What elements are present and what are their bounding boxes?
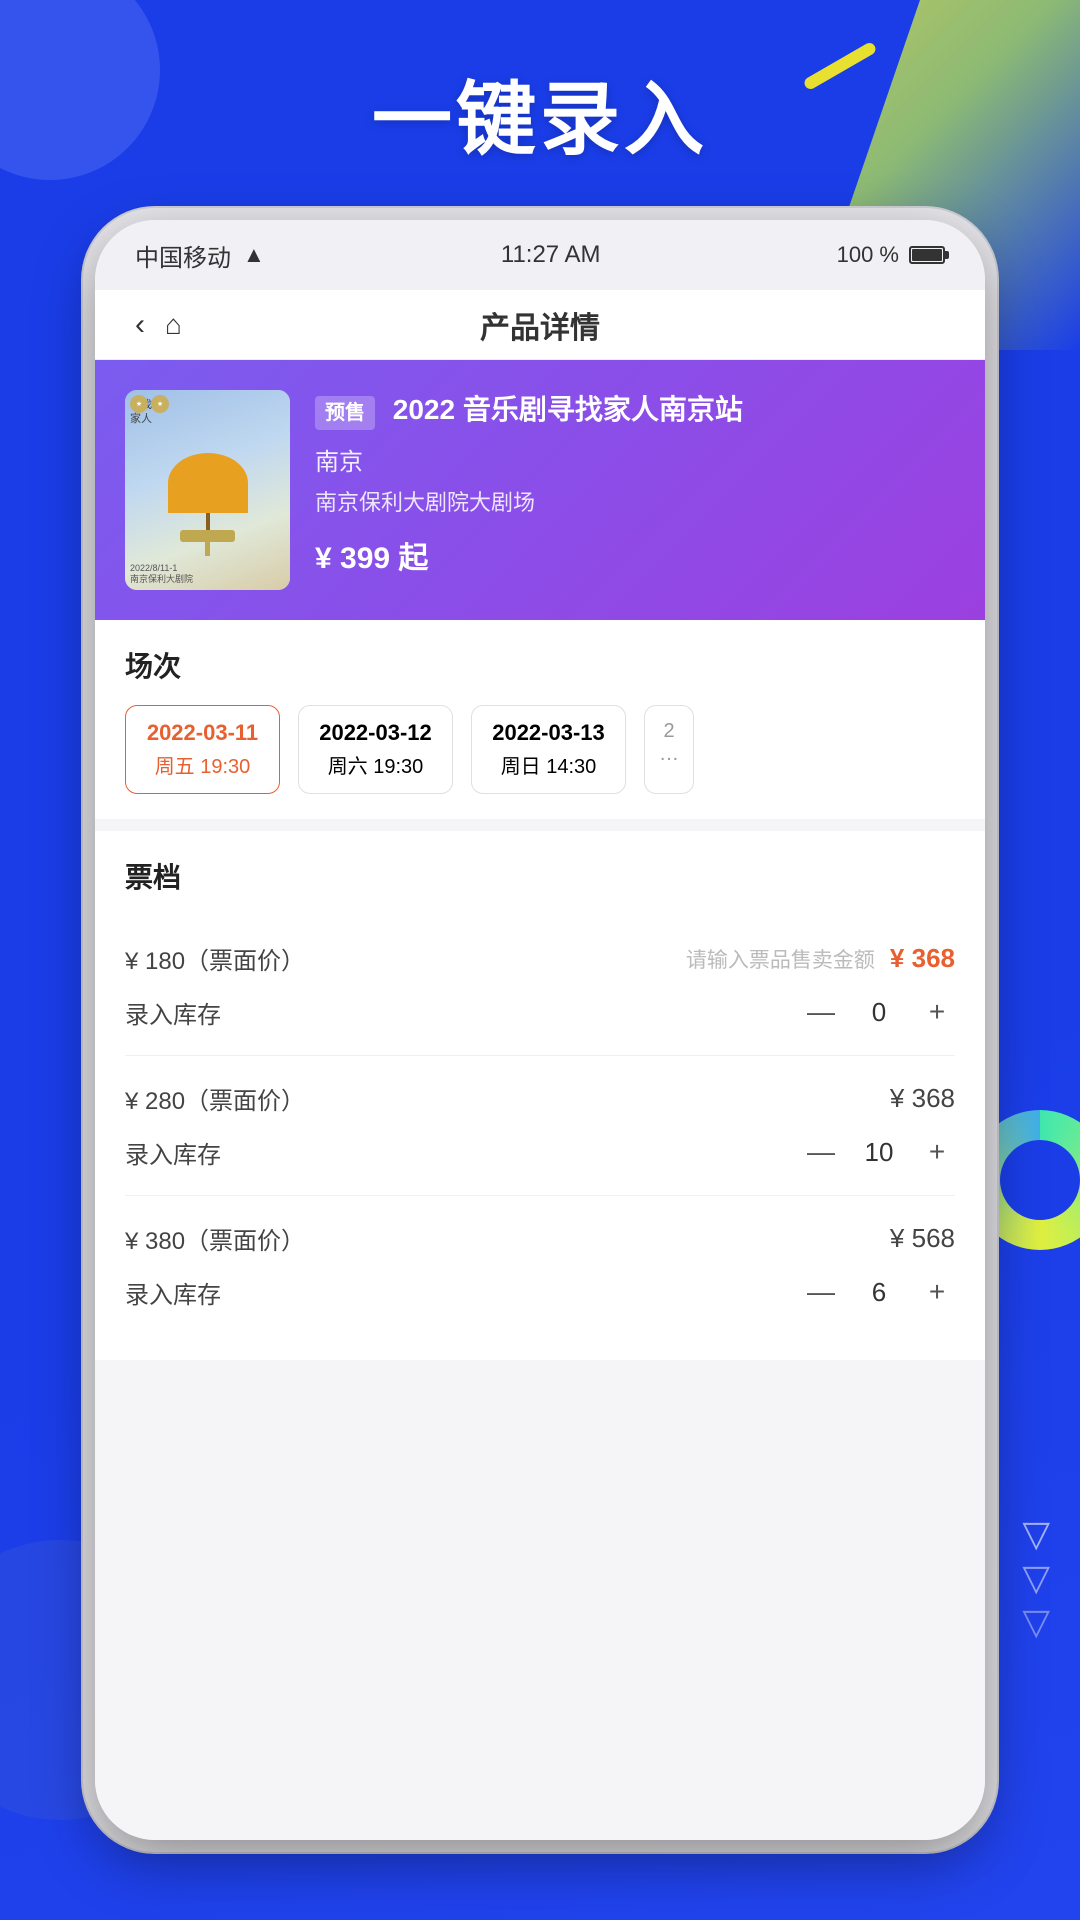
inventory-row-2: 录入库存 — 6 +	[125, 1274, 955, 1310]
ticket-row-2: ¥ 380（票面价） ¥ 568	[125, 1221, 955, 1256]
time-text-0: 周五 19:30	[142, 750, 263, 779]
ticket-tier-0: ¥ 180（票面价） 请输入票品售卖金额 ¥ 368 录入库存 — 0 +	[125, 916, 955, 1056]
date-item-1[interactable]: 2022-03-12 周六 19:30	[298, 705, 453, 794]
date-item-0[interactable]: 2022-03-11 周五 19:30	[125, 705, 280, 794]
stepper-2[interactable]: — 6 +	[803, 1274, 955, 1310]
date-text-2: 2022-03-13	[488, 720, 609, 746]
presale-badge: 预售	[315, 396, 375, 430]
product-info: 预售 2022 音乐剧寻找家人南京站 南京 南京保利大剧院大剧场 ¥ 399 起	[315, 390, 955, 577]
product-city: 南京	[315, 442, 955, 477]
ticket-row-1: ¥ 280（票面价） ¥ 368	[125, 1081, 955, 1116]
product-header: 寻找家人 2022/8/11-1南京保利大剧院 ★ ★ 预售	[95, 360, 985, 620]
bg-ring-right	[970, 1110, 1080, 1250]
date-text-1: 2022-03-12	[315, 720, 436, 746]
scroll-content[interactable]: 寻找家人 2022/8/11-1南京保利大剧院 ★ ★ 预售	[95, 360, 985, 1840]
product-venue: 南京保利大剧院大剧场	[315, 485, 955, 517]
stepper-plus-2[interactable]: +	[919, 1274, 955, 1310]
product-price: ¥ 399 起	[315, 533, 955, 577]
inventory-row-1: 录入库存 — 10 +	[125, 1134, 955, 1170]
stepper-plus-0[interactable]: +	[919, 994, 955, 1030]
sessions-title: 场次	[125, 645, 955, 685]
date-item-2[interactable]: 2022-03-13 周日 14:30	[471, 705, 626, 794]
home-button[interactable]: ⌂	[165, 309, 182, 341]
stepper-value-1: 10	[864, 1137, 894, 1168]
product-cover: 寻找家人 2022/8/11-1南京保利大剧院 ★ ★	[125, 390, 290, 590]
stepper-minus-1[interactable]: —	[803, 1134, 839, 1170]
inventory-label-0: 录入库存	[125, 995, 221, 1030]
phone-frame: 中国移动 ▲ 11:27 AM 100 % ‹ ⌂ 产品详情 寻找家人	[95, 220, 985, 1840]
nav-title: 产品详情	[480, 303, 600, 347]
date-list: 2022-03-11 周五 19:30 2022-03-12 周六 19:30 …	[125, 705, 955, 794]
status-bar: 中国移动 ▲ 11:27 AM 100 %	[95, 220, 985, 290]
stepper-minus-2[interactable]: —	[803, 1274, 839, 1310]
nav-bar: ‹ ⌂ 产品详情	[95, 290, 985, 360]
sell-price-2: ¥ 568	[890, 1223, 955, 1254]
bg-arrows-right: ▽ ▽ ▽	[1022, 1516, 1050, 1640]
wifi-icon: ▲	[243, 242, 265, 268]
ticket-title: 票档	[125, 856, 955, 896]
ticket-row-0: ¥ 180（票面价） 请输入票品售卖金额 ¥ 368	[125, 941, 955, 976]
inventory-label-2: 录入库存	[125, 1275, 221, 1310]
input-placeholder-0: 请输入票品售卖金额	[686, 944, 875, 974]
face-price-0: ¥ 180（票面价）	[125, 941, 305, 976]
stepper-plus-1[interactable]: +	[919, 1134, 955, 1170]
partial-date-text: 2…	[659, 720, 679, 765]
status-carrier-wifi: 中国移动 ▲	[135, 238, 265, 273]
sessions-section: 场次 2022-03-11 周五 19:30 2022-03-12 周六 19:…	[95, 620, 985, 819]
battery-icon	[909, 246, 945, 264]
status-time: 11:27 AM	[501, 241, 601, 269]
sell-price-0: ¥ 368	[890, 943, 955, 974]
ticket-section: 票档 ¥ 180（票面价） 请输入票品售卖金额 ¥ 368 录入库存 — 0 +	[95, 831, 985, 1360]
page-title: 一键录入	[0, 55, 1080, 171]
ticket-tier-1: ¥ 280（票面价） ¥ 368 录入库存 — 10 +	[125, 1056, 955, 1196]
ticket-input-area-0[interactable]: 请输入票品售卖金额 ¥ 368	[686, 943, 955, 974]
face-price-2: ¥ 380（票面价）	[125, 1221, 305, 1256]
stepper-1[interactable]: — 10 +	[803, 1134, 955, 1170]
cover-umbrella	[168, 453, 248, 513]
stepper-minus-0[interactable]: —	[803, 994, 839, 1030]
stepper-value-2: 6	[864, 1277, 894, 1308]
carrier-label: 中国移动	[135, 238, 231, 273]
status-battery: 100 %	[837, 242, 945, 268]
date-item-partial[interactable]: 2…	[644, 705, 694, 794]
ticket-tier-2: ¥ 380（票面价） ¥ 568 录入库存 — 6 +	[125, 1196, 955, 1335]
stepper-0[interactable]: — 0 +	[803, 994, 955, 1030]
time-text-2: 周日 14:30	[488, 750, 609, 779]
back-button[interactable]: ‹	[135, 308, 145, 342]
product-name: 预售 2022 音乐剧寻找家人南京站	[315, 390, 955, 430]
cover-bottom-text: 2022/8/11-1南京保利大剧院	[130, 563, 193, 585]
face-price-1: ¥ 280（票面价）	[125, 1081, 305, 1116]
sell-price-1: ¥ 368	[890, 1083, 955, 1114]
battery-percent: 100 %	[837, 242, 899, 268]
stepper-value-0: 0	[864, 997, 894, 1028]
inventory-label-1: 录入库存	[125, 1135, 221, 1170]
time-text-1: 周六 19:30	[315, 750, 436, 779]
date-text-0: 2022-03-11	[142, 720, 263, 746]
inventory-row-0: 录入库存 — 0 +	[125, 994, 955, 1030]
